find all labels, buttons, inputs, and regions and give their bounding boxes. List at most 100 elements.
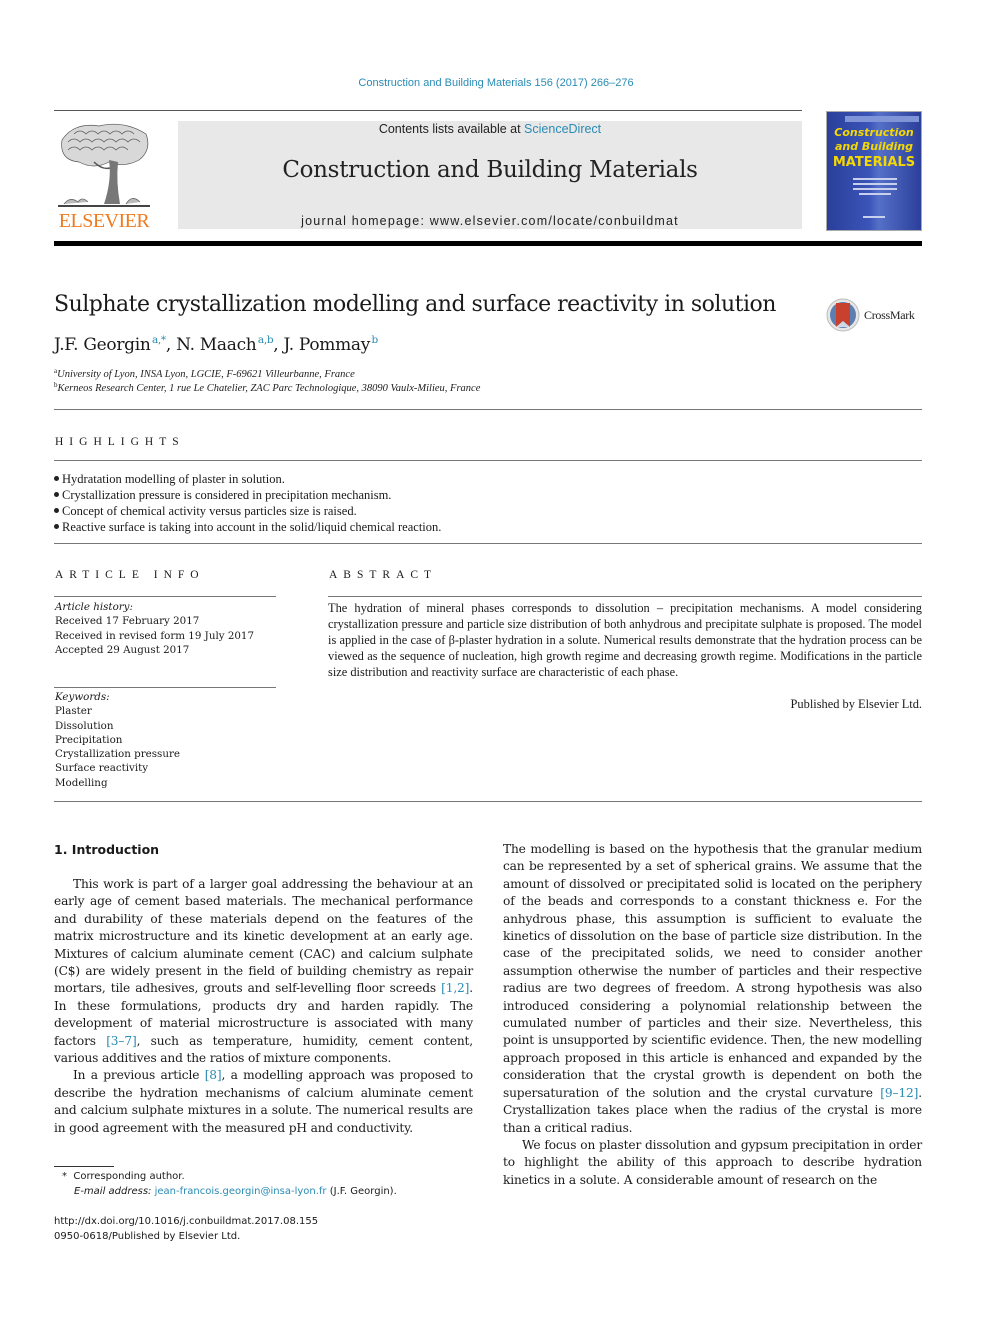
email-link[interactable]: jean-francois.georgin@insa-lyon.fr (155, 1186, 327, 1197)
keywords: Keywords: Plaster Dissolution Precipitat… (55, 690, 180, 790)
keyword: Surface reactivity (55, 762, 149, 775)
highlight-item: Hydratation modelling of plaster in solu… (54, 472, 285, 487)
contents-line: Contents lists available at ScienceDirec… (178, 122, 802, 136)
section-heading: 1. Introduction (54, 842, 160, 857)
citation-link[interactable]: [3–7] (106, 1034, 137, 1048)
author-affiliation-mark[interactable]: a,* (152, 334, 166, 346)
citation-link[interactable]: [1,2] (441, 981, 469, 995)
paragraph-text: This work is part of a larger goal addre… (54, 877, 473, 996)
journal-masthead: Contents lists available at ScienceDirec… (178, 121, 802, 229)
footnote-text: Corresponding author. (73, 1171, 185, 1182)
issn-line: 0950-0618/Published by Elsevier Ltd. (54, 1231, 241, 1242)
published-by: Published by Elsevier Ltd. (790, 697, 922, 711)
body-column-right: The modelling is based on the hypothesis… (503, 841, 922, 1189)
article-info-heading: ARTICLE INFO (55, 569, 205, 581)
bullet-icon (54, 508, 59, 513)
journal-cover-image[interactable]: Construction and Building MATERIALS (826, 111, 922, 231)
elsevier-wordmark: ELSEVIER (58, 210, 150, 232)
highlight-item: Crystallization pressure is considered i… (54, 488, 391, 503)
author-separator: , (165, 335, 177, 355)
doi-link[interactable]: http://dx.doi.org/10.1016/j.conbuildmat.… (54, 1216, 318, 1227)
cover-stripe (845, 116, 919, 122)
email-owner: (J.F. Georgin). (329, 1186, 397, 1197)
divider (54, 801, 922, 802)
highlights-heading: HIGHLIGHTS (55, 436, 185, 448)
cover-fine-text (859, 193, 891, 195)
email-note: E-mail address: jean-francois.georgin@in… (74, 1186, 397, 1197)
body-column-left: This work is part of a larger goal addre… (54, 876, 473, 1137)
divider (54, 543, 922, 544)
bullet-icon (54, 524, 59, 529)
cover-title: Construction and Building (827, 126, 921, 154)
citation-link[interactable]: [9–12] (880, 1086, 918, 1100)
header-rule (54, 110, 802, 111)
paragraph: This work is part of a larger goal addre… (54, 876, 473, 1067)
cover-fine-text (853, 183, 897, 185)
keyword: Modelling (55, 776, 108, 789)
author-name[interactable]: J.F. Georgin (54, 335, 151, 355)
cover-title-line: and Building (834, 140, 914, 153)
affiliation-b: bKerneos Research Center, 1 rue Le Chate… (54, 381, 480, 394)
keyword: Crystallization pressure (55, 748, 180, 761)
author-list: J.F. Georgin a,*, N. Maach a,b, J. Pomma… (54, 334, 378, 355)
crossmark-label: CrossMark (864, 308, 915, 322)
divider (54, 687, 276, 688)
divider (328, 596, 922, 597)
paragraph-text: In a previous article (73, 1068, 205, 1083)
paragraph: We focus on plaster dissolution and gyps… (503, 1137, 922, 1187)
contents-prefix: Contents lists available at (378, 122, 525, 136)
history-entry: Accepted 29 August 2017 (55, 643, 190, 656)
paragraph-text: The modelling is based on the hypothesis… (503, 842, 922, 1100)
highlight-text: Concept of chemical activity versus part… (62, 504, 357, 518)
history-entry: Received in revised form 19 July 2017 (55, 629, 255, 642)
keyword: Dissolution (55, 719, 114, 732)
elsevier-tree-icon (58, 123, 150, 207)
author-name[interactable]: J. Pommay (284, 335, 371, 355)
highlight-item: Concept of chemical activity versus part… (54, 504, 357, 519)
cover-title-line: Construction (834, 126, 914, 139)
author-name[interactable]: N. Maach (176, 335, 257, 355)
cover-materials: MATERIALS (832, 155, 916, 170)
email-label: E-mail address: (74, 1186, 152, 1197)
abstract-heading: ABSTRACT (329, 569, 438, 581)
divider (54, 409, 922, 410)
article-history: Article history: Received 17 February 20… (55, 600, 254, 657)
affiliation-text: University of Lyon, INSA Lyon, LGCIE, F-… (57, 369, 355, 380)
cover-fine-text (853, 188, 897, 190)
author-separator: , (273, 335, 284, 355)
history-entry: Received 17 February 2017 (55, 615, 200, 628)
abstract-text: The hydration of mineral phases correspo… (328, 601, 922, 679)
footnote-mark: * (62, 1171, 67, 1182)
elsevier-logo[interactable]: ELSEVIER (54, 120, 154, 235)
highlight-text: Hydratation modelling of plaster in solu… (62, 472, 285, 486)
paragraph: In a previous article [8], a modelling a… (54, 1067, 473, 1137)
author-affiliation-mark[interactable]: a,b (258, 334, 274, 346)
footnote-rule (54, 1166, 114, 1167)
keyword: Plaster (55, 705, 92, 718)
history-label: Article history: (55, 601, 133, 613)
keyword: Precipitation (55, 733, 123, 746)
paragraph: The modelling is based on the hypothesis… (503, 841, 922, 1137)
highlight-text: Crystallization pressure is considered i… (62, 488, 392, 502)
divider (54, 460, 922, 461)
sciencedirect-link[interactable]: ScienceDirect (524, 122, 601, 136)
journal-homepage-link[interactable]: journal homepage: www.elsevier.com/locat… (178, 214, 802, 228)
cover-fine-text (863, 216, 885, 218)
corresponding-author-note: * Corresponding author. (62, 1171, 185, 1182)
affiliation-a: aUniversity of Lyon, INSA Lyon, LGCIE, F… (54, 367, 355, 380)
header-thick-rule (54, 241, 922, 246)
divider (54, 596, 276, 597)
keywords-label: Keywords: (55, 691, 110, 703)
bullet-icon (54, 476, 59, 481)
highlight-text: Reactive surface is taking into account … (62, 520, 442, 534)
cover-fine-text (853, 178, 897, 180)
author-affiliation-mark[interactable]: b (371, 334, 378, 346)
citation-link[interactable]: [8] (205, 1068, 222, 1082)
crossmark-icon (826, 298, 860, 332)
bullet-icon (54, 492, 59, 497)
affiliation-text: Kerneos Research Center, 1 rue Le Chatel… (57, 383, 481, 394)
journal-reference-link[interactable]: Construction and Building Materials 156 … (0, 77, 992, 89)
crossmark-button[interactable]: CrossMark (826, 298, 926, 334)
journal-title: Construction and Building Materials (282, 157, 698, 183)
article-title: Sulphate crystallization modelling and s… (54, 292, 776, 317)
